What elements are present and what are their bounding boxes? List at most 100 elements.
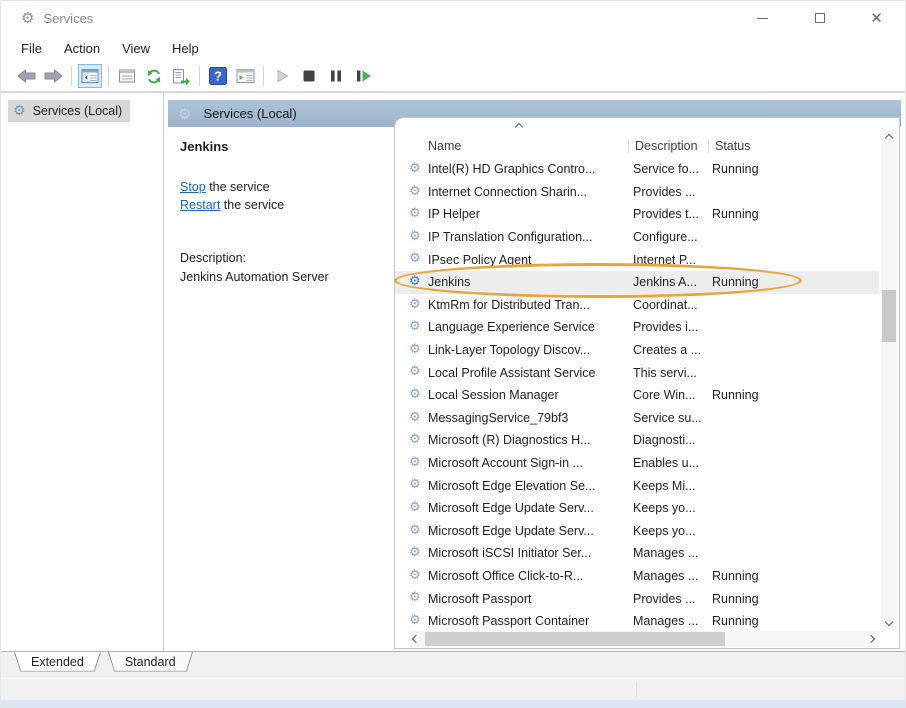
service-row[interactable]: ⚙ IPsec Policy Agent Internet P...	[395, 248, 879, 271]
properties-button[interactable]	[115, 64, 139, 88]
show-action-pane-button[interactable]	[233, 64, 257, 88]
tab-extended[interactable]: Extended	[14, 652, 101, 675]
service-gear-icon: ⚙	[409, 229, 421, 244]
service-name-cell: Internet Connection Sharin...	[428, 185, 628, 199]
service-row[interactable]: ⚙ Link-Layer Topology Discov... Creates …	[395, 339, 879, 362]
show-hide-console-tree-button[interactable]	[78, 64, 102, 88]
restart-service-icon	[354, 68, 372, 84]
service-gear-icon: ⚙	[409, 387, 421, 402]
restart-link-suffix: the service	[220, 198, 284, 212]
tab-standard[interactable]: Standard	[108, 652, 193, 675]
vertical-scrollbar[interactable]	[881, 130, 897, 630]
horizontal-scrollbar[interactable]	[408, 631, 879, 647]
services-window: ⚙ Services ✕ File Action View Help	[0, 0, 906, 708]
service-row[interactable]: ⚙ Microsoft Edge Update Serv... Keeps yo…	[395, 497, 879, 520]
horizontal-scroll-thumb[interactable]	[425, 632, 725, 646]
main-pane: ⚙ Services (Local) Jenkins Stop the serv…	[164, 93, 905, 651]
scroll-up-icon	[885, 134, 893, 142]
service-row[interactable]: ⚙ Microsoft Passport Provides ... Runnin…	[395, 587, 879, 610]
menu-view[interactable]: View	[111, 37, 161, 60]
restart-service-link[interactable]: Restart	[180, 198, 220, 212]
scroll-right-button[interactable]	[863, 631, 879, 647]
forward-button[interactable]	[41, 64, 65, 88]
service-row[interactable]: ⚙ Microsoft Account Sign-in ... Enables …	[395, 452, 879, 475]
service-gear-icon: ⚙	[409, 297, 421, 312]
column-header-description[interactable]: Description	[628, 139, 708, 153]
services-node-icon: ⚙	[13, 103, 26, 119]
service-description-cell: Creates a ...	[628, 343, 707, 357]
service-row[interactable]: ⚙ Local Profile Assistant Service This s…	[395, 361, 879, 384]
menu-action[interactable]: Action	[53, 37, 111, 60]
service-row[interactable]: ⚙ IP Translation Configuration... Config…	[395, 226, 879, 249]
tree-item-services-local[interactable]: ⚙ Services (Local)	[8, 100, 130, 122]
service-row[interactable]: ⚙ MessagingService_79bf3 Service su...	[395, 407, 879, 430]
service-gear-icon: ⚙	[409, 364, 421, 379]
service-status-cell: Running	[707, 207, 879, 221]
service-row[interactable]: ⚙ Internet Connection Sharin... Provides…	[395, 181, 879, 204]
service-gear-icon: ⚙	[409, 161, 421, 176]
service-description-cell: Service su...	[628, 411, 707, 425]
pause-service-button[interactable]	[324, 64, 348, 88]
service-row[interactable]: ⚙ Language Experience Service Provides i…	[395, 316, 879, 339]
service-row[interactable]: ⚙ Microsoft Office Click-to-R... Manages…	[395, 565, 879, 588]
service-row[interactable]: ⚙ KtmRm for Distributed Tran... Coordina…	[395, 294, 879, 317]
help-button[interactable]: ?	[206, 64, 230, 88]
restart-service-button[interactable]	[351, 64, 375, 88]
service-name-cell: Local Profile Assistant Service	[428, 366, 628, 380]
window-bottom-edge	[1, 700, 905, 708]
service-name-cell: Microsoft Edge Update Serv...	[428, 501, 628, 515]
service-gear-icon: ⚙	[409, 251, 421, 266]
service-status-cell: Running	[707, 592, 879, 606]
service-gear-icon: ⚙	[409, 568, 421, 583]
start-service-button[interactable]	[270, 64, 294, 88]
service-description-cell: Enables u...	[628, 456, 707, 470]
service-description-cell: Manages ...	[628, 614, 707, 628]
service-row[interactable]: ⚙ Microsoft (R) Diagnostics H... Diagnos…	[395, 429, 879, 452]
refresh-button[interactable]	[142, 64, 166, 88]
scroll-down-button[interactable]	[881, 614, 897, 630]
service-row[interactable]: ⚙ Microsoft Passport Container Manages .…	[395, 610, 879, 633]
service-row[interactable]: ⚙ Local Session Manager Core Win... Runn…	[395, 384, 879, 407]
menu-file[interactable]: File	[10, 37, 53, 60]
minimize-button[interactable]	[734, 1, 791, 35]
stop-service-button[interactable]	[297, 64, 321, 88]
action-pane-icon	[236, 68, 255, 84]
service-row[interactable]: ⚙ Intel(R) HD Graphics Contro... Service…	[395, 158, 879, 181]
service-gear-icon: ⚙	[409, 455, 421, 470]
column-header-name[interactable]: Name	[395, 139, 628, 153]
scroll-down-icon	[885, 618, 893, 626]
view-tabs: Extended Standard	[1, 652, 905, 678]
toolbar: ?	[1, 61, 905, 92]
service-status-cell: Running	[707, 162, 879, 176]
service-gear-icon: ⚙	[409, 613, 421, 628]
service-name-cell: Language Experience Service	[428, 320, 628, 334]
close-button[interactable]: ✕	[848, 1, 905, 35]
service-description-cell: Keeps yo...	[628, 524, 707, 538]
menu-help[interactable]: Help	[161, 37, 210, 60]
service-row[interactable]: ⚙ Microsoft Edge Elevation Se... Keeps M…	[395, 474, 879, 497]
service-name-cell: Microsoft Passport Container	[428, 614, 628, 628]
description-label: Description:	[180, 251, 382, 265]
service-description-cell: Provides i...	[628, 320, 707, 334]
service-row[interactable]: ⚙ Jenkins Jenkins A... Running	[395, 271, 879, 294]
service-description-cell: Jenkins A...	[628, 275, 707, 289]
service-gear-icon: ⚙	[409, 523, 421, 538]
scroll-up-button[interactable]	[881, 130, 897, 146]
pause-service-icon	[328, 68, 344, 84]
description-text: Jenkins Automation Server	[180, 269, 382, 286]
column-header-status[interactable]: Status	[708, 139, 879, 153]
vertical-scroll-thumb[interactable]	[882, 290, 896, 342]
service-description-cell: Core Win...	[628, 388, 707, 402]
service-row[interactable]: ⚙ Microsoft Edge Update Serv... Keeps yo…	[395, 520, 879, 543]
maximize-button[interactable]	[791, 1, 848, 35]
service-row[interactable]: ⚙ IP Helper Provides t... Running	[395, 203, 879, 226]
back-button[interactable]	[14, 64, 38, 88]
service-rows: ⚙ Intel(R) HD Graphics Contro... Service…	[395, 158, 879, 632]
service-description-cell: Configure...	[628, 230, 707, 244]
stop-service-link[interactable]: Stop	[180, 180, 206, 194]
export-list-button[interactable]	[169, 64, 193, 88]
console-tree-icon	[81, 68, 99, 84]
scroll-left-button[interactable]	[408, 631, 424, 647]
service-row[interactable]: ⚙ Microsoft iSCSI Initiator Ser... Manag…	[395, 542, 879, 565]
service-gear-icon: ⚙	[409, 319, 421, 334]
